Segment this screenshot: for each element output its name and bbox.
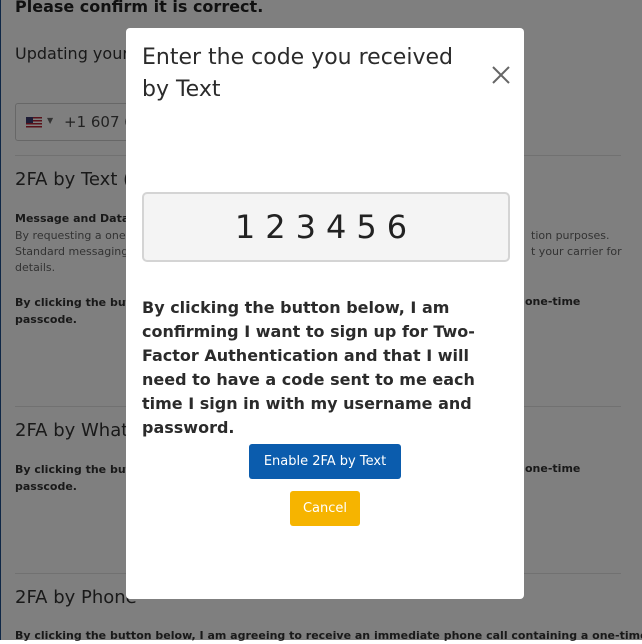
cancel-button[interactable]: Cancel	[290, 491, 360, 526]
modal-title: Enter the code you received by Text	[142, 45, 453, 102]
code-input[interactable]: 123456	[142, 192, 510, 262]
enable-2fa-button[interactable]: Enable 2FA by Text	[249, 444, 401, 479]
verify-code-modal: Enter the code you received by Text 1234…	[126, 28, 524, 599]
close-button[interactable]	[488, 62, 514, 88]
confirmation-text: By clicking the button below, I am confi…	[142, 298, 475, 437]
close-icon[interactable]	[488, 62, 514, 88]
